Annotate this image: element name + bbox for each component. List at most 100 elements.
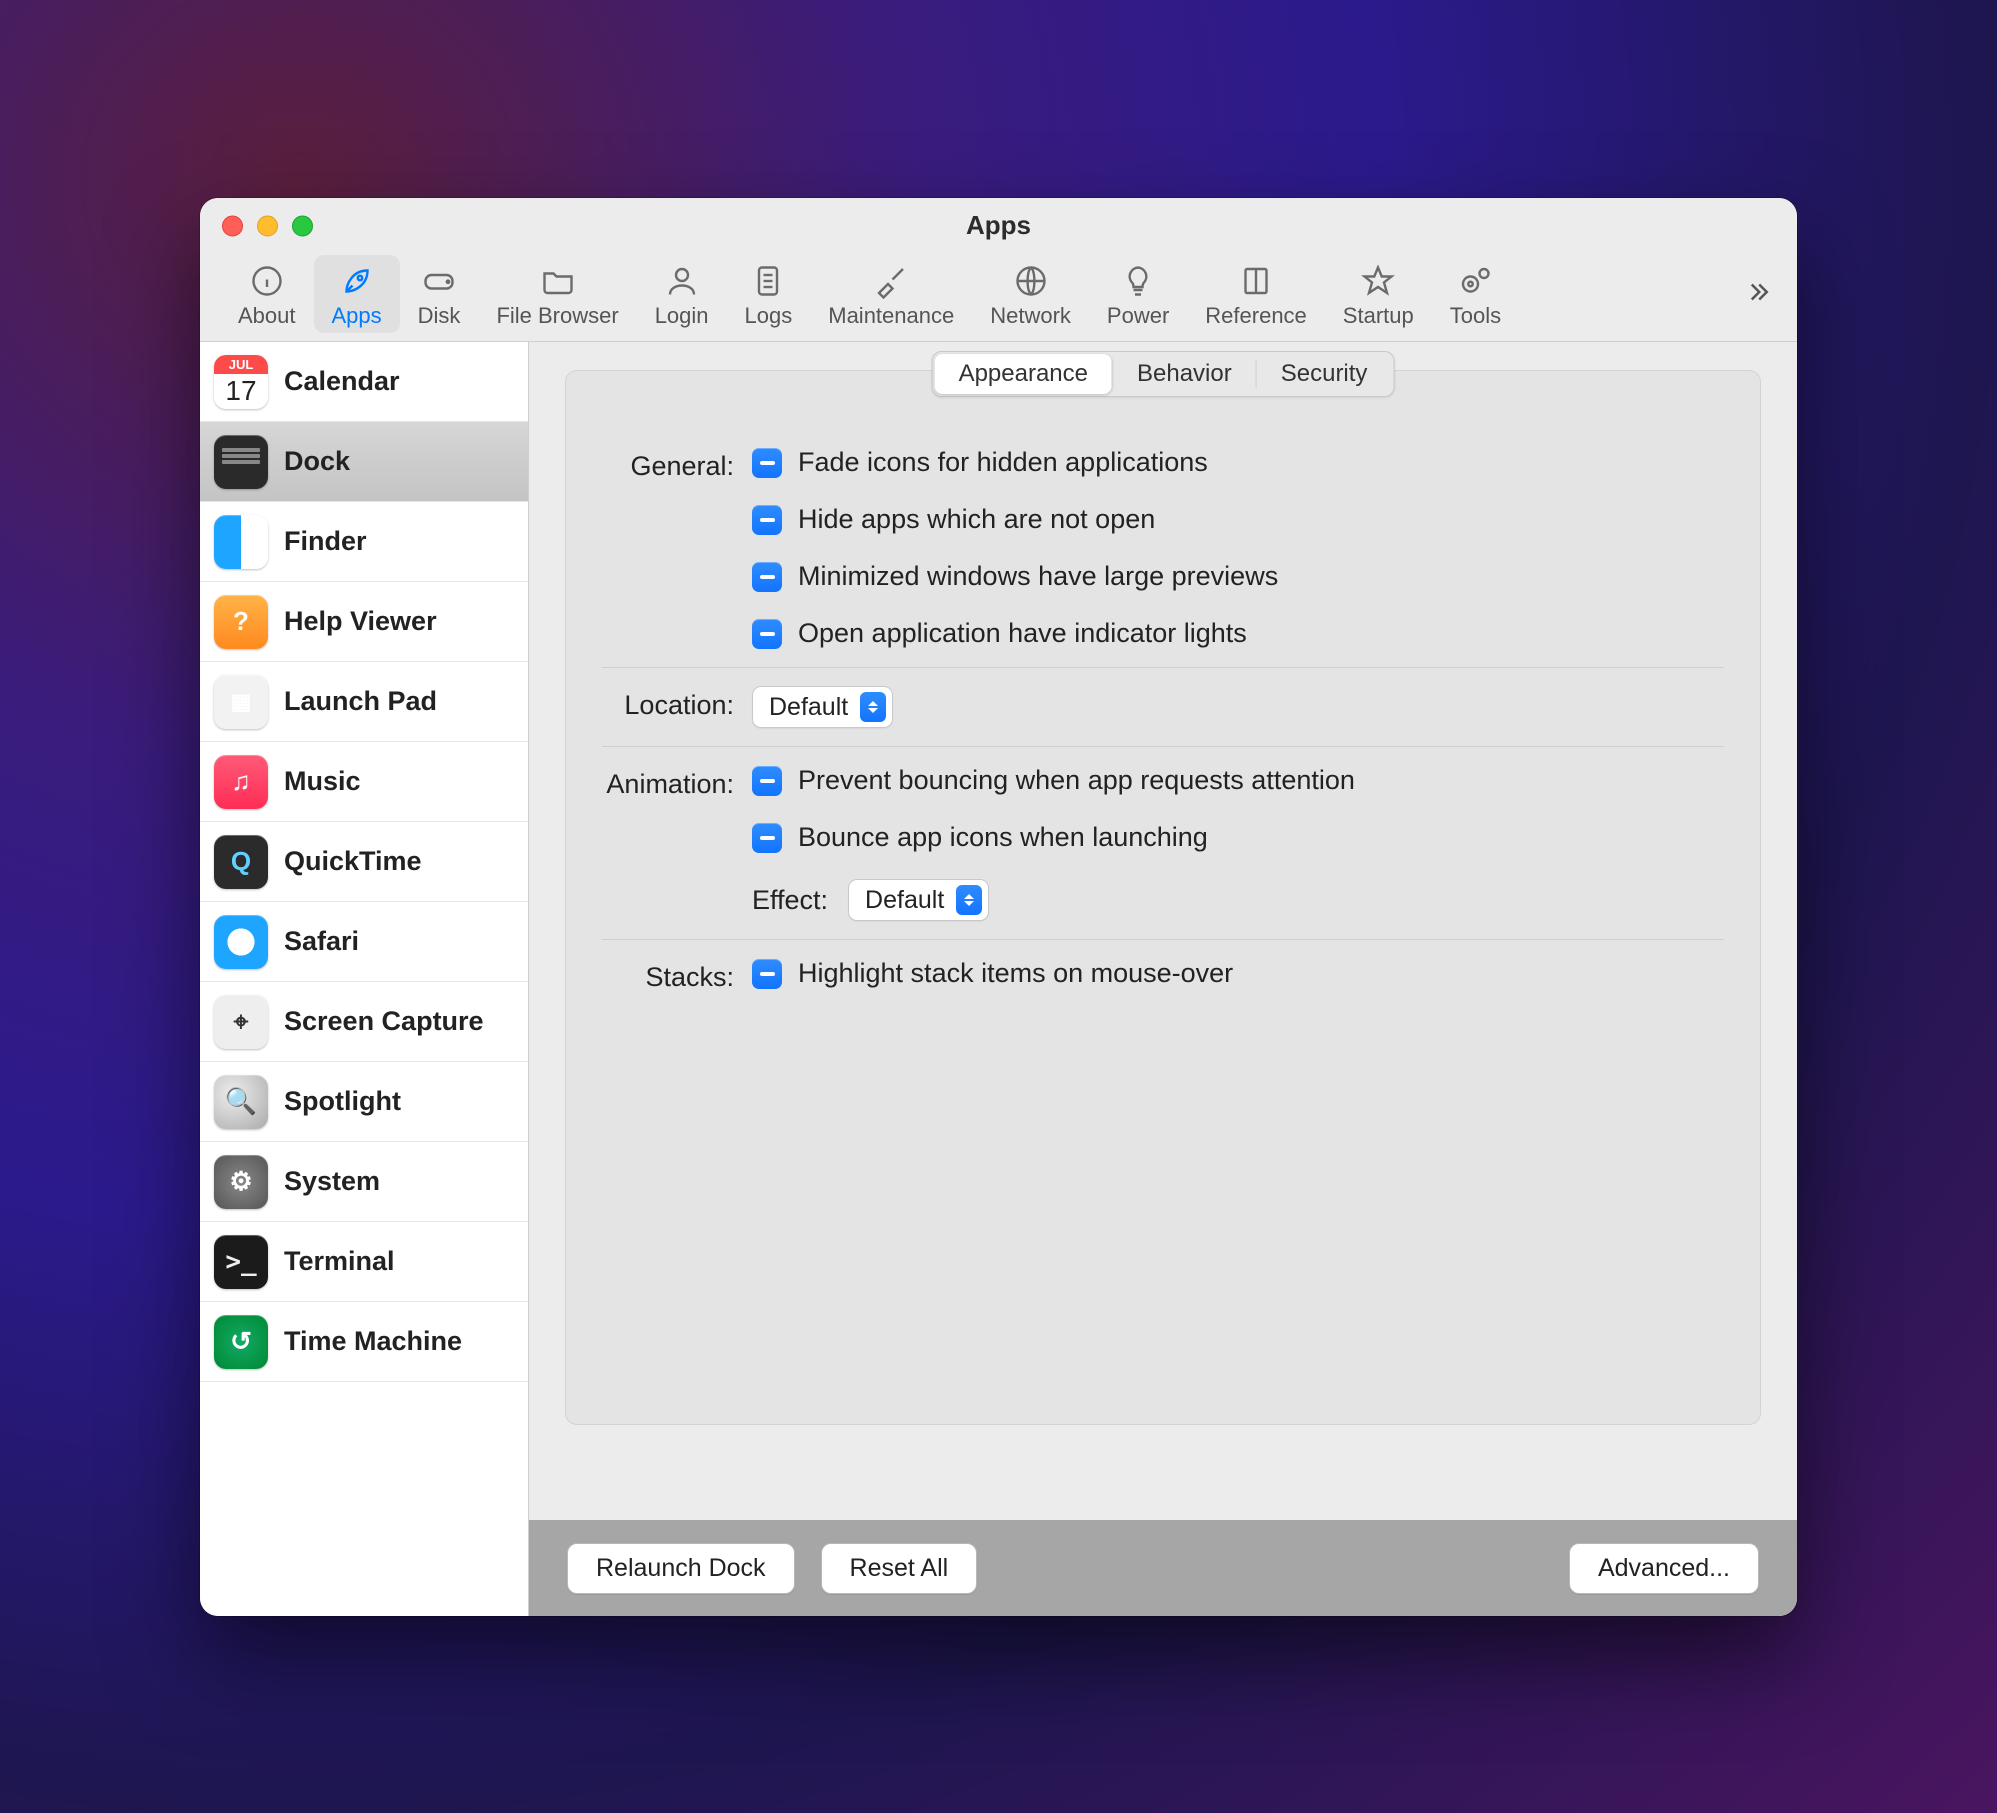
- sidebar-item-launchpad[interactable]: ▦ Launch Pad: [200, 662, 528, 742]
- location-select[interactable]: Default: [752, 686, 893, 728]
- group-animation: Animation: Prevent bouncing when app req…: [602, 746, 1724, 939]
- reset-all-button[interactable]: Reset All: [821, 1543, 978, 1594]
- option-row: Hide apps which are not open: [752, 504, 1724, 535]
- content-inner: Appearance Behavior Security General: Fa…: [529, 342, 1797, 1520]
- sidebar-item-calendar[interactable]: JUL17 Calendar: [200, 342, 528, 422]
- terminal-icon: >_: [214, 1235, 268, 1289]
- toolbar-label: Logs: [745, 303, 793, 329]
- toolbar-overflow[interactable]: [1735, 269, 1781, 320]
- sidebar-item-timemachine[interactable]: ↺ Time Machine: [200, 1302, 528, 1382]
- sidebar-item-label: Dock: [284, 446, 350, 477]
- document-icon: [750, 261, 786, 301]
- option-label: Bounce app icons when launching: [798, 822, 1208, 853]
- option-label: Minimized windows have large previews: [798, 561, 1278, 592]
- sidebar-item-quicktime[interactable]: Q QuickTime: [200, 822, 528, 902]
- checkbox-mixed[interactable]: [752, 505, 782, 535]
- sidebar-item-helpviewer[interactable]: ? Help Viewer: [200, 582, 528, 662]
- toolbar-disk[interactable]: Disk: [400, 255, 479, 333]
- camera-icon: ⌖: [214, 995, 268, 1049]
- option-label: Open application have indicator lights: [798, 618, 1247, 649]
- toolbar-power[interactable]: Power: [1089, 255, 1187, 333]
- option-label: Hide apps which are not open: [798, 504, 1155, 535]
- option-row: Open application have indicator lights: [752, 618, 1724, 649]
- sidebar-item-finder[interactable]: Finder: [200, 502, 528, 582]
- sidebar-item-screencapture[interactable]: ⌖ Screen Capture: [200, 982, 528, 1062]
- checkbox-mixed[interactable]: [752, 448, 782, 478]
- toolbar-startup[interactable]: Startup: [1325, 255, 1432, 333]
- sidebar-item-label: Terminal: [284, 1246, 395, 1277]
- app-window: Apps About Apps Disk File Browser Login …: [200, 198, 1797, 1616]
- sidebar-item-label: QuickTime: [284, 846, 422, 877]
- star-icon: [1360, 261, 1396, 301]
- toolbar-label: Disk: [418, 303, 461, 329]
- window-title: Apps: [966, 210, 1031, 241]
- tab-appearance[interactable]: Appearance: [935, 354, 1112, 394]
- sidebar-item-system[interactable]: ⚙ System: [200, 1142, 528, 1222]
- toolbar-about[interactable]: About: [220, 255, 314, 333]
- toolbar-label: Power: [1107, 303, 1169, 329]
- toolbar-tools[interactable]: Tools: [1432, 255, 1519, 333]
- sidebar-item-label: Help Viewer: [284, 606, 437, 637]
- close-button[interactable]: [222, 215, 243, 236]
- sidebar-item-label: Finder: [284, 526, 367, 557]
- updown-icon: [860, 692, 886, 722]
- tab-security[interactable]: Security: [1257, 354, 1392, 394]
- sidebar-item-spotlight[interactable]: 🔍 Spotlight: [200, 1062, 528, 1142]
- quicktime-icon: Q: [214, 835, 268, 889]
- sidebar-item-terminal[interactable]: >_ Terminal: [200, 1222, 528, 1302]
- toolbar-label: Maintenance: [828, 303, 954, 329]
- toolbar-network[interactable]: Network: [972, 255, 1089, 333]
- checkbox-mixed[interactable]: [752, 562, 782, 592]
- checkbox-mixed[interactable]: [752, 823, 782, 853]
- group-label: General:: [602, 447, 752, 649]
- sidebar-item-label: Safari: [284, 926, 359, 957]
- sidebar-item-label: Spotlight: [284, 1086, 401, 1117]
- toolbar-label: Apps: [332, 303, 382, 329]
- toolbar-reference[interactable]: Reference: [1187, 255, 1325, 333]
- group-label: Animation:: [602, 765, 752, 921]
- sidebar-item-music[interactable]: ♫ Music: [200, 742, 528, 822]
- segmented-control: Appearance Behavior Security: [932, 351, 1395, 397]
- group-label: Stacks:: [602, 958, 752, 993]
- user-icon: [664, 261, 700, 301]
- advanced-button[interactable]: Advanced...: [1569, 1543, 1759, 1594]
- folder-icon: [540, 261, 576, 301]
- info-icon: [249, 261, 285, 301]
- sidebar-item-label: System: [284, 1166, 380, 1197]
- finder-icon: [214, 515, 268, 569]
- group-label: Location:: [602, 686, 752, 728]
- effect-label: Effect:: [752, 885, 828, 916]
- option-row: Fade icons for hidden applications: [752, 447, 1724, 478]
- checkbox-mixed[interactable]: [752, 619, 782, 649]
- content: Appearance Behavior Security General: Fa…: [529, 342, 1797, 1616]
- sidebar-item-safari[interactable]: Safari: [200, 902, 528, 982]
- effect-select[interactable]: Default: [848, 879, 989, 921]
- option-label: Fade icons for hidden applications: [798, 447, 1208, 478]
- toolbar-label: File Browser: [496, 303, 618, 329]
- option-row: Effect: Default: [752, 879, 1724, 921]
- group-general: General: Fade icons for hidden applicati…: [602, 429, 1724, 667]
- launchpad-icon: ▦: [214, 675, 268, 729]
- clock-icon: ↺: [214, 1315, 268, 1369]
- toolbar-logs[interactable]: Logs: [727, 255, 811, 333]
- safari-icon: [214, 915, 268, 969]
- toolbar-filebrowser[interactable]: File Browser: [478, 255, 636, 333]
- bulb-icon: [1120, 261, 1156, 301]
- toolbar-login[interactable]: Login: [637, 255, 727, 333]
- toolbar-apps[interactable]: Apps: [314, 255, 400, 333]
- toolbar-label: About: [238, 303, 296, 329]
- tab-behavior[interactable]: Behavior: [1113, 354, 1256, 394]
- sidebar-item-dock[interactable]: Dock: [200, 422, 528, 502]
- minimize-button[interactable]: [257, 215, 278, 236]
- body: JUL17 Calendar Dock Finder ? Help Viewer…: [200, 342, 1797, 1616]
- search-icon: 🔍: [214, 1075, 268, 1129]
- group-stacks: Stacks: Highlight stack items on mouse-o…: [602, 939, 1724, 1011]
- zoom-button[interactable]: [292, 215, 313, 236]
- toolbar-maintenance[interactable]: Maintenance: [810, 255, 972, 333]
- dock-icon: [214, 435, 268, 489]
- relaunch-dock-button[interactable]: Relaunch Dock: [567, 1543, 795, 1594]
- book-icon: [1238, 261, 1274, 301]
- music-icon: ♫: [214, 755, 268, 809]
- checkbox-mixed[interactable]: [752, 959, 782, 989]
- checkbox-mixed[interactable]: [752, 766, 782, 796]
